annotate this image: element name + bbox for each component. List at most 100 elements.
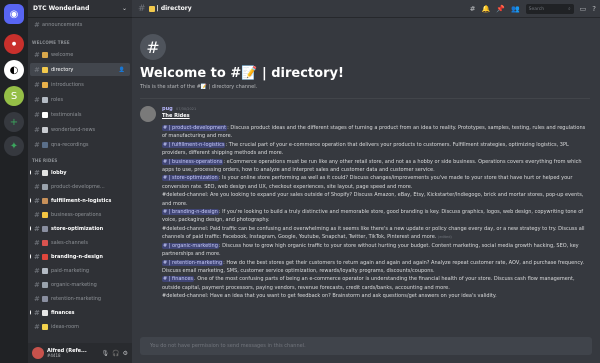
- message-text: #deleted-channel: Paid traffic can be co…: [162, 225, 585, 241]
- header-toolbar: # 🔔 📌 👥 Search ⌕ ▭ ?: [470, 4, 596, 14]
- channel-welcome[interactable]: # welcome: [30, 48, 130, 61]
- channel-label: paid-marketing: [51, 267, 90, 274]
- hash-icon: #: [34, 140, 40, 149]
- message-text: : Discuss how to grow high organic traff…: [162, 242, 579, 258]
- channel-mention[interactable]: # | branding-n-design: [162, 209, 219, 216]
- memo-emoji-icon: [42, 66, 48, 73]
- hash-icon: #: [34, 308, 40, 317]
- channel-roles[interactable]: # roles: [30, 93, 130, 106]
- handshake-emoji-icon: [42, 81, 48, 88]
- guild-header[interactable]: DTC Wonderland ⌄: [28, 0, 132, 18]
- shopify-server-icon[interactable]: S: [4, 86, 24, 106]
- wave-emoji-icon: [42, 51, 48, 58]
- message-text: #deleted-channel: Have an idea that you …: [162, 293, 497, 300]
- search-input[interactable]: Search ⌕: [525, 4, 574, 14]
- channel-hash-badge-icon: #: [140, 34, 166, 60]
- server-icon-1[interactable]: ●: [4, 34, 24, 54]
- deafen-headphones-icon[interactable]: 🎧: [112, 350, 119, 357]
- ledger-emoji-icon: [42, 309, 48, 316]
- hash-icon: #: [34, 65, 40, 74]
- channel-mention[interactable]: # | organic-marketing: [162, 242, 219, 249]
- unread-indicator: [30, 170, 31, 175]
- channel-announcements[interactable]: # announcements: [30, 18, 130, 31]
- channel-lobby[interactable]: # lobby: [30, 166, 130, 179]
- channel-testimonials[interactable]: # testimonials: [30, 108, 130, 121]
- member-list-icon[interactable]: 👥: [511, 5, 520, 13]
- message-text: : How do the best stores get their custo…: [162, 259, 584, 274]
- channel-label: qna-recordings: [51, 141, 89, 148]
- welcome-subtitle: This is the start of the #📝 | directory …: [140, 84, 258, 90]
- speech-emoji-icon: [42, 111, 48, 118]
- channel-label: welcome: [51, 51, 74, 58]
- add-member-icon[interactable]: 👤: [119, 67, 125, 73]
- channel-sales-channels[interactable]: # sales-channels: [30, 236, 130, 249]
- channel-branding-n-design[interactable]: # branding-n-design: [30, 250, 130, 263]
- channel-wonderland-news[interactable]: # wonderland-news: [30, 123, 130, 136]
- channel-paid-marketing[interactable]: # paid-marketing: [30, 264, 130, 277]
- server-icon-2[interactable]: ◐: [4, 60, 24, 80]
- explore-servers-icon[interactable]: ✦: [4, 136, 24, 156]
- hash-icon: #: [34, 238, 40, 247]
- channel-retention-marketing[interactable]: # retention-marketing: [30, 292, 130, 305]
- channel-directory[interactable]: # directory 👤: [30, 63, 130, 76]
- message-text: : Is your online store performing as wel…: [162, 175, 573, 190]
- channel-business-operations[interactable]: # business-operations: [30, 208, 130, 221]
- chevron-down-icon[interactable]: ⌄: [122, 5, 127, 12]
- hash-icon: #: [34, 210, 40, 219]
- pinned-messages-icon[interactable]: 📌: [496, 5, 505, 13]
- chat-area: # | directory # 🔔 📌 👥 Search ⌕ ▭ ? # Welc…: [132, 0, 600, 363]
- discord-app: ◉ ● ◐ S + ✦ DTC Wonderland ⌄ # announcem…: [0, 0, 600, 363]
- lightbulb-emoji-icon: [42, 323, 48, 330]
- channel-label: organic-marketing: [51, 281, 97, 288]
- channel-introductions[interactable]: # introductions: [30, 78, 130, 91]
- channel-qna-recordings[interactable]: # qna-recordings: [30, 138, 130, 151]
- channel-label: roles: [51, 96, 64, 103]
- search-placeholder: Search: [528, 6, 545, 12]
- mute-microphone-icon[interactable]: 🎙: [102, 350, 110, 357]
- channel-mention[interactable]: # | store-optimization: [162, 175, 219, 182]
- avatar[interactable]: [32, 347, 44, 359]
- channel-label: business-operations: [51, 211, 102, 218]
- channel-label: announcements: [42, 21, 83, 28]
- channel-finances[interactable]: # finances: [30, 306, 130, 319]
- hash-icon: #: [34, 110, 40, 119]
- threads-icon[interactable]: #: [470, 5, 476, 13]
- channel-mention[interactable]: # | fulfillment-n-logistics: [162, 141, 226, 148]
- category-welcome-tree[interactable]: WELCOME TREE: [32, 40, 70, 45]
- hash-icon: #: [34, 168, 40, 177]
- server-rail: ◉ ● ◐ S + ✦: [0, 0, 28, 363]
- user-info[interactable]: Alfred (Refe... #4418: [47, 348, 87, 358]
- help-icon[interactable]: ?: [592, 5, 596, 13]
- money-emoji-icon: [42, 267, 48, 274]
- unread-indicator: [30, 198, 31, 203]
- message-body: # | product-development: Discuss product…: [162, 124, 590, 301]
- message-paragraph: # | branding-n-design: If you're looking…: [162, 208, 590, 225]
- channel-store-optimization[interactable]: # store-optimization: [30, 222, 130, 235]
- message-avatar[interactable]: [140, 106, 156, 122]
- hash-icon: #: [34, 95, 40, 104]
- gear-emoji-icon: [42, 225, 48, 232]
- notification-bell-icon[interactable]: 🔔: [482, 5, 491, 13]
- hash-icon: #: [34, 252, 40, 261]
- channel-sidebar: DTC Wonderland ⌄ # announcements WELCOME…: [28, 0, 132, 363]
- channel-product-development[interactable]: # product-developme...: [30, 180, 130, 193]
- discord-home-icon[interactable]: ◉: [4, 4, 24, 24]
- refresh-emoji-icon: [42, 295, 48, 302]
- channel-mention[interactable]: # | product-development: [162, 125, 228, 131]
- user-settings-gear-icon[interactable]: ⚙: [123, 350, 128, 357]
- channel-organic-marketing[interactable]: # organic-marketing: [30, 278, 130, 291]
- message-timestamp: 07/30/2021: [176, 107, 197, 111]
- channel-label: sales-channels: [51, 239, 88, 246]
- shop-emoji-icon: [42, 239, 48, 246]
- message-author[interactable]: pug: [162, 106, 173, 112]
- message-paragraph: #deleted-channel: Are you looking to exp…: [162, 191, 590, 208]
- channel-mention[interactable]: # | finances: [162, 276, 195, 283]
- category-the-rides[interactable]: THE RIDES: [32, 158, 58, 163]
- add-server-icon[interactable]: +: [4, 112, 24, 132]
- channel-mention[interactable]: # | business-operations: [162, 158, 224, 165]
- inbox-icon[interactable]: ▭: [580, 5, 587, 13]
- channel-ideas-room[interactable]: # ideas-room: [30, 320, 130, 333]
- channel-fulfillment-n-logistics[interactable]: # fulfillment-n-logistics: [30, 194, 130, 207]
- hash-icon: #: [34, 280, 40, 289]
- channel-mention[interactable]: # | retention-marketing: [162, 259, 224, 266]
